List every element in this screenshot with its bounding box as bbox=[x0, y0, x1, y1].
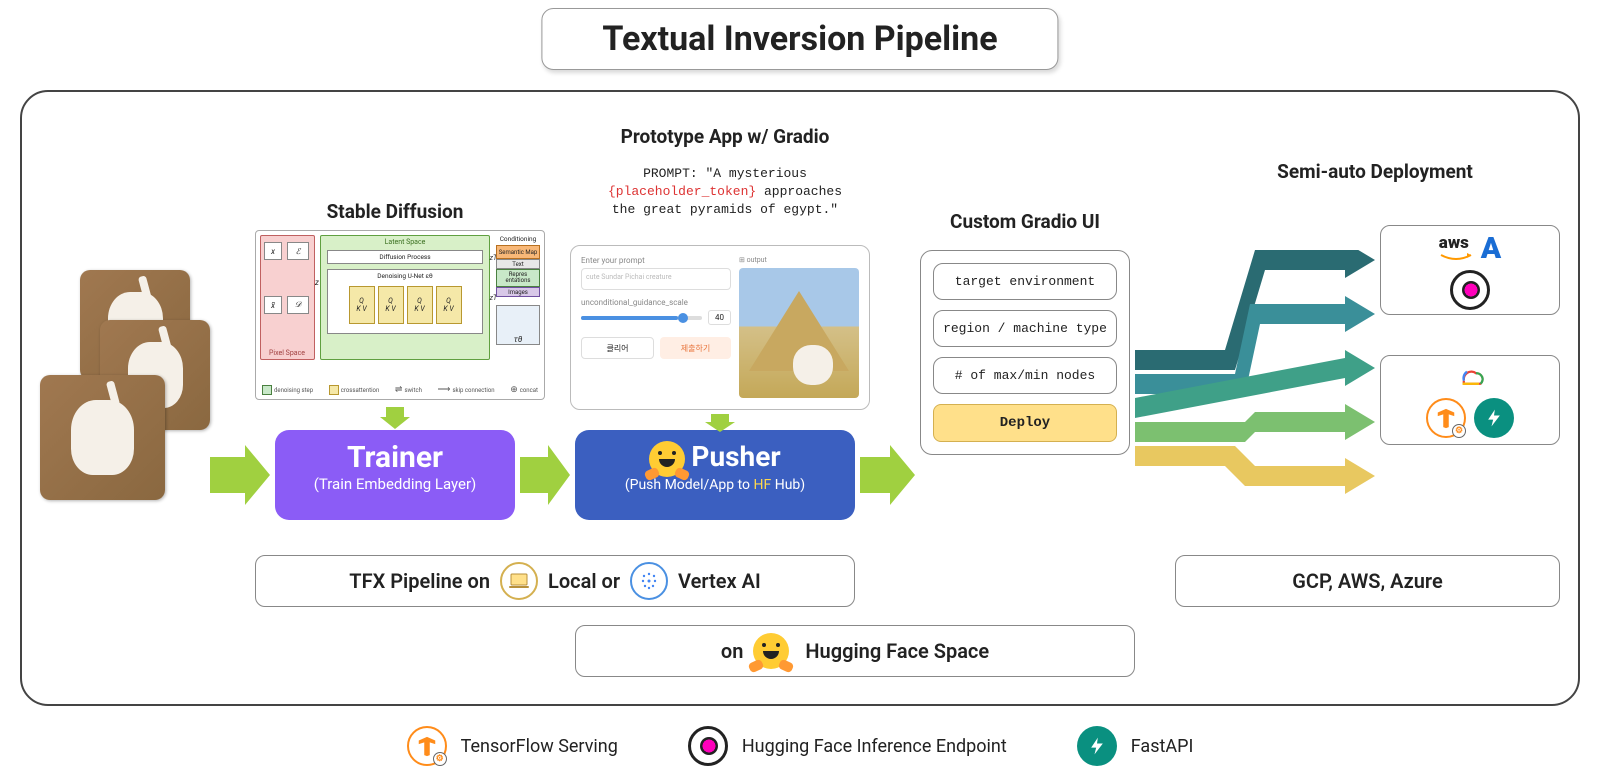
gradio-output-image bbox=[739, 268, 859, 398]
flow-arrow-2 bbox=[520, 445, 570, 505]
label-custom-ui: Custom Gradio UI bbox=[925, 210, 1125, 233]
pill-clouds: GCP, AWS, Azure bbox=[1175, 555, 1560, 607]
trainer-block: Trainer (Train Embedding Layer) bbox=[275, 430, 515, 520]
deployment-fan-arrows bbox=[1135, 250, 1375, 510]
gradio-clear-button[interactable]: 클리어 bbox=[581, 337, 654, 359]
stable-diffusion-architecture: x ℰ x̃ 𝒟 Pixel Space Latent Space Diffus… bbox=[255, 230, 545, 400]
gradio-guidance-label: unconditional_guidance_scale bbox=[581, 298, 731, 307]
gradio-prompt-label: Enter your prompt bbox=[581, 256, 731, 265]
gradio-submit-button[interactable]: 제출하기 bbox=[660, 337, 731, 359]
legend-fastapi: FastAPI bbox=[1077, 726, 1194, 766]
prompt-text-example: PROMPT: "A mysterious {placeholder_token… bbox=[600, 165, 850, 220]
hugging-face-icon bbox=[753, 633, 789, 669]
flow-arrow-3 bbox=[860, 445, 915, 505]
gradio-prompt-input[interactable]: cute Sundar Pichai creature bbox=[581, 268, 731, 290]
gradio-prototype-panel: Enter your prompt cute Sundar Pichai cre… bbox=[570, 245, 870, 410]
pill-tfx-pipeline: TFX Pipeline on Local or Vertex AI bbox=[255, 555, 855, 607]
tensorflow-serving-icon: ⚙ bbox=[1426, 398, 1466, 438]
training-image-3 bbox=[40, 375, 165, 500]
cloud-target-aws-azure: aws A bbox=[1380, 225, 1560, 315]
azure-icon: A bbox=[1481, 231, 1501, 266]
cloud-targets: aws A ⚙ bbox=[1380, 225, 1560, 485]
fastapi-icon bbox=[1474, 398, 1514, 438]
vertex-ai-icon bbox=[630, 562, 668, 600]
hf-inference-icon bbox=[1450, 270, 1490, 310]
laptop-icon bbox=[500, 562, 538, 600]
tensorflow-serving-icon: ⚙ bbox=[407, 726, 447, 766]
custom-gradio-ui-card: target environment region / machine type… bbox=[920, 250, 1130, 455]
flow-arrow-sd-to-trainer bbox=[380, 407, 410, 429]
trainer-subtitle: (Train Embedding Layer) bbox=[275, 475, 515, 493]
field-node-count[interactable]: # of max/min nodes bbox=[933, 357, 1117, 394]
trainer-title: Trainer bbox=[275, 440, 515, 475]
pusher-subtitle: (Push Model/App to HF Hub) bbox=[575, 477, 855, 493]
field-target-env[interactable]: target environment bbox=[933, 263, 1117, 300]
aws-icon: aws bbox=[1439, 233, 1473, 263]
gradio-guidance-slider[interactable] bbox=[581, 316, 702, 320]
legend-tf-serving: ⚙ TensorFlow Serving bbox=[407, 726, 618, 766]
deploy-button[interactable]: Deploy bbox=[933, 404, 1117, 442]
label-semi-auto: Semi-auto Deployment bbox=[1270, 160, 1480, 183]
pill-hf-space: on Hugging Face Space bbox=[575, 625, 1135, 677]
flow-arrow-1 bbox=[210, 445, 270, 505]
cloud-target-gcp: ⚙ bbox=[1380, 355, 1560, 445]
diagram-title: Textual Inversion Pipeline bbox=[541, 8, 1058, 70]
label-prototype: Prototype App w/ Gradio bbox=[615, 125, 835, 148]
pusher-block: Pusher (Push Model/App to HF Hub) bbox=[575, 430, 855, 520]
field-region-machine[interactable]: region / machine type bbox=[933, 310, 1117, 347]
hf-inference-icon bbox=[688, 726, 728, 766]
gradio-output-label: ⊞ output bbox=[739, 256, 859, 264]
fastapi-icon bbox=[1077, 726, 1117, 766]
gradio-guidance-value: 40 bbox=[708, 310, 731, 325]
legend-footer: ⚙ TensorFlow Serving Hugging Face Infere… bbox=[0, 726, 1600, 766]
hugging-face-icon bbox=[649, 441, 685, 477]
flow-arrow-gradio-to-pusher bbox=[705, 414, 735, 432]
gcp-icon bbox=[1455, 362, 1485, 392]
pusher-title: Pusher bbox=[575, 440, 855, 477]
training-images bbox=[40, 270, 220, 480]
legend-hf-inference: Hugging Face Inference Endpoint bbox=[688, 726, 1007, 766]
label-stable-diffusion: Stable Diffusion bbox=[295, 200, 495, 223]
